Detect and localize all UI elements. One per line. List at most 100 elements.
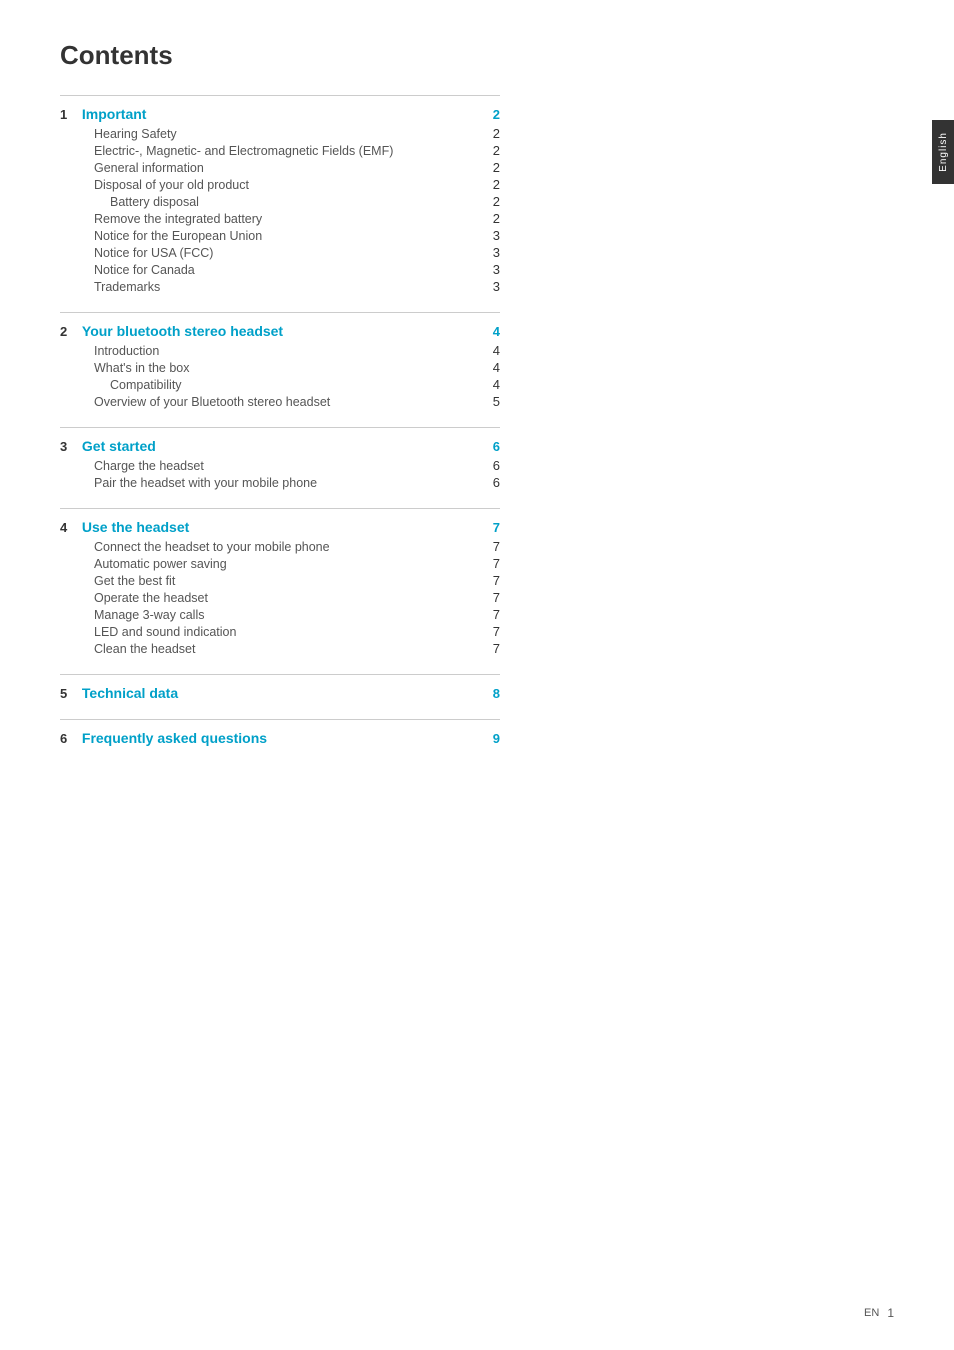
entry-label[interactable]: Automatic power saving xyxy=(78,557,480,571)
toc-entry-row: Pair the headset with your mobile phone6 xyxy=(60,475,500,490)
toc-section: 6 Frequently asked questions9 xyxy=(60,719,500,746)
entry-label[interactable]: Notice for USA (FCC) xyxy=(78,246,480,260)
toc-entry-row: Automatic power saving7 xyxy=(60,556,500,571)
toc-entry-row: Overview of your Bluetooth stereo headse… xyxy=(60,394,500,409)
entry-label[interactable]: Battery disposal xyxy=(78,195,480,209)
toc-entry-row: Connect the headset to your mobile phone… xyxy=(60,539,500,554)
entry-page: 2 xyxy=(480,194,500,209)
toc-entry-row: General information2 xyxy=(60,160,500,175)
entry-page: 3 xyxy=(480,279,500,294)
entry-page: 7 xyxy=(480,641,500,656)
entry-page: 2 xyxy=(480,160,500,175)
toc-entry-row: Battery disposal2 xyxy=(60,194,500,209)
section-number: 6 xyxy=(60,731,78,746)
toc-entry-row: Get the best fit7 xyxy=(60,573,500,588)
toc-entry-row: Trademarks3 xyxy=(60,279,500,294)
toc-entry-row: Manage 3-way calls7 xyxy=(60,607,500,622)
toc-entry-row: Remove the integrated battery2 xyxy=(60,211,500,226)
entry-label[interactable]: Hearing Safety xyxy=(78,127,480,141)
toc-main-row: 6 Frequently asked questions9 xyxy=(60,730,500,746)
entry-page: 7 xyxy=(480,590,500,605)
entry-label[interactable]: Manage 3-way calls xyxy=(78,608,480,622)
entry-label[interactable]: Remove the integrated battery xyxy=(78,212,480,226)
entry-label[interactable]: Electric-, Magnetic- and Electromagnetic… xyxy=(78,144,480,158)
entry-page: 2 xyxy=(480,177,500,192)
section-title[interactable]: Get started xyxy=(78,438,480,454)
toc-section: 4 Use the headset7Connect the headset to… xyxy=(60,508,500,656)
entry-label[interactable]: LED and sound indication xyxy=(78,625,480,639)
toc-entry-row: Notice for Canada3 xyxy=(60,262,500,277)
section-title[interactable]: Frequently asked questions xyxy=(78,730,480,746)
entry-page: 3 xyxy=(480,245,500,260)
toc-entry-row: Clean the headset7 xyxy=(60,641,500,656)
toc-section: 3 Get started6Charge the headset6Pair th… xyxy=(60,427,500,490)
entry-label[interactable]: What's in the box xyxy=(78,361,480,375)
entry-label[interactable]: Compatibility xyxy=(78,378,480,392)
toc-main-row: 5 Technical data8 xyxy=(60,685,500,701)
toc-entry-row: Notice for the European Union3 xyxy=(60,228,500,243)
entry-page: 6 xyxy=(480,458,500,473)
toc-entry-row: Introduction4 xyxy=(60,343,500,358)
entry-page: 2 xyxy=(480,143,500,158)
toc-main-row: 3 Get started6 xyxy=(60,438,500,454)
section-number: 5 xyxy=(60,686,78,701)
entry-label[interactable]: Pair the headset with your mobile phone xyxy=(78,476,480,490)
entry-label[interactable]: General information xyxy=(78,161,480,175)
entry-page: 2 xyxy=(480,211,500,226)
entry-page: 3 xyxy=(480,228,500,243)
entry-label[interactable]: Overview of your Bluetooth stereo headse… xyxy=(78,395,480,409)
section-number: 2 xyxy=(60,324,78,339)
page-container: Contents 1 Important2Hearing Safety2Elec… xyxy=(0,0,560,824)
footer-label: EN xyxy=(864,1307,879,1319)
entry-label[interactable]: Notice for Canada xyxy=(78,263,480,277)
section-page: 6 xyxy=(480,439,500,454)
entry-label[interactable]: Clean the headset xyxy=(78,642,480,656)
toc-entry-row: Charge the headset6 xyxy=(60,458,500,473)
section-number: 3 xyxy=(60,439,78,454)
toc-entry-row: What's in the box4 xyxy=(60,360,500,375)
entry-label[interactable]: Notice for the European Union xyxy=(78,229,480,243)
page-footer: EN 1 xyxy=(864,1306,894,1320)
toc-entry-row: Notice for USA (FCC)3 xyxy=(60,245,500,260)
section-number: 1 xyxy=(60,107,78,122)
toc-entry-row: Electric-, Magnetic- and Electromagnetic… xyxy=(60,143,500,158)
entry-label[interactable]: Introduction xyxy=(78,344,480,358)
entry-label[interactable]: Disposal of your old product xyxy=(78,178,480,192)
side-tab-label: English xyxy=(938,132,949,172)
toc-section: 1 Important2Hearing Safety2Electric-, Ma… xyxy=(60,95,500,294)
toc-section: 5 Technical data8 xyxy=(60,674,500,701)
entry-page: 7 xyxy=(480,607,500,622)
toc-main-row: 1 Important2 xyxy=(60,106,500,122)
entry-label[interactable]: Trademarks xyxy=(78,280,480,294)
page-title: Contents xyxy=(60,40,500,71)
section-number: 4 xyxy=(60,520,78,535)
entry-page: 6 xyxy=(480,475,500,490)
entry-page: 4 xyxy=(480,360,500,375)
section-title[interactable]: Use the headset xyxy=(78,519,480,535)
entry-page: 7 xyxy=(480,624,500,639)
section-page: 7 xyxy=(480,520,500,535)
footer-page: 1 xyxy=(887,1306,894,1320)
entry-page: 4 xyxy=(480,343,500,358)
entry-page: 3 xyxy=(480,262,500,277)
section-page: 8 xyxy=(480,686,500,701)
entry-page: 5 xyxy=(480,394,500,409)
entry-page: 7 xyxy=(480,539,500,554)
section-page: 4 xyxy=(480,324,500,339)
toc-entry-row: Operate the headset7 xyxy=(60,590,500,605)
entry-label[interactable]: Operate the headset xyxy=(78,591,480,605)
entry-label[interactable]: Charge the headset xyxy=(78,459,480,473)
section-title[interactable]: Your bluetooth stereo headset xyxy=(78,323,480,339)
toc-main-row: 2 Your bluetooth stereo headset4 xyxy=(60,323,500,339)
toc-entry-row: Disposal of your old product2 xyxy=(60,177,500,192)
section-title[interactable]: Important xyxy=(78,106,480,122)
section-title[interactable]: Technical data xyxy=(78,685,480,701)
entry-label[interactable]: Connect the headset to your mobile phone xyxy=(78,540,480,554)
toc-entry-row: Compatibility4 xyxy=(60,377,500,392)
entry-page: 4 xyxy=(480,377,500,392)
toc-section: 2 Your bluetooth stereo headset4Introduc… xyxy=(60,312,500,409)
toc-main-row: 4 Use the headset7 xyxy=(60,519,500,535)
entry-page: 7 xyxy=(480,556,500,571)
side-tab: English xyxy=(932,120,954,184)
entry-label[interactable]: Get the best fit xyxy=(78,574,480,588)
